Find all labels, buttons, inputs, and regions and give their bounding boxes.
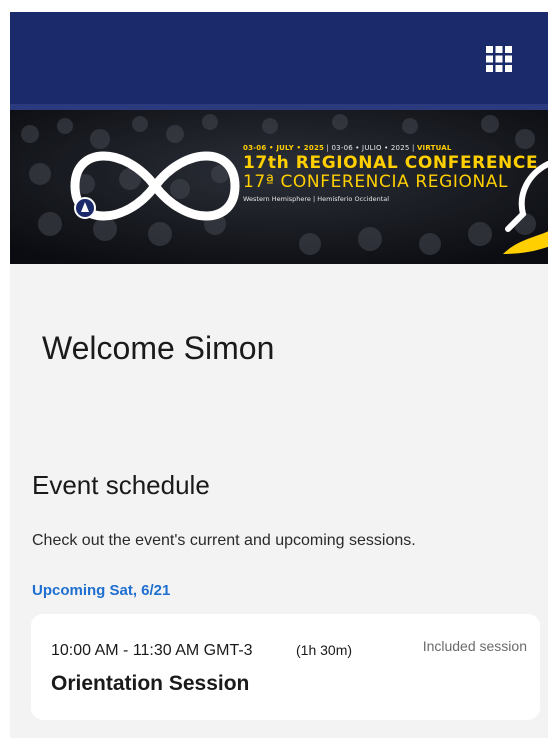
session-duration: (1h 30m): [296, 642, 353, 658]
app-frame: 03-06 • JULY • 2025 | 03-06 • JULIO • 20…: [10, 12, 548, 738]
banner-text-block: 03-06 • JULY • 2025 | 03-06 • JULIO • 20…: [243, 144, 538, 203]
session-time: 10:00 AM - 11:30 AM GMT-3: [51, 642, 253, 659]
top-header: [10, 12, 548, 104]
upcoming-date-label[interactable]: Upcoming Sat, 6/21: [32, 582, 170, 599]
event-schedule-description: Check out the event's current and upcomi…: [32, 532, 416, 549]
welcome-heading: Welcome Simon: [42, 330, 275, 366]
banner-title-en: 17th REGIONAL CONFERENCE: [243, 153, 539, 173]
banner-dates-en: 03-06 • JULY • 2025: [243, 144, 325, 152]
session-tag: Included session: [422, 638, 527, 654]
banner-subtitle: Western Hemisphere | Hemisferio Occident…: [243, 195, 390, 203]
banner-mode: VIRTUAL: [416, 144, 452, 152]
banner-dates-es: 03-06 • JULIO • 2025: [331, 144, 410, 152]
session-card[interactable]: 10:00 AM - 11:30 AM GMT-3 (1h 30m) Inclu…: [31, 614, 540, 720]
apps-menu-button[interactable]: [482, 42, 516, 76]
banner-title-es: 17ª CONFERENCIA REGIONAL: [243, 172, 509, 192]
event-schedule-title: Event schedule: [32, 470, 210, 500]
infinity-hands-logo: [70, 151, 240, 221]
banner-dates: 03-06 • JULY • 2025 | 03-06 • JULIO • 20…: [243, 144, 452, 152]
grid-apps-icon: [486, 46, 512, 72]
session-name: Orientation Session: [51, 672, 250, 695]
conference-banner: 03-06 • JULY • 2025 | 03-06 • JULIO • 20…: [10, 104, 548, 264]
